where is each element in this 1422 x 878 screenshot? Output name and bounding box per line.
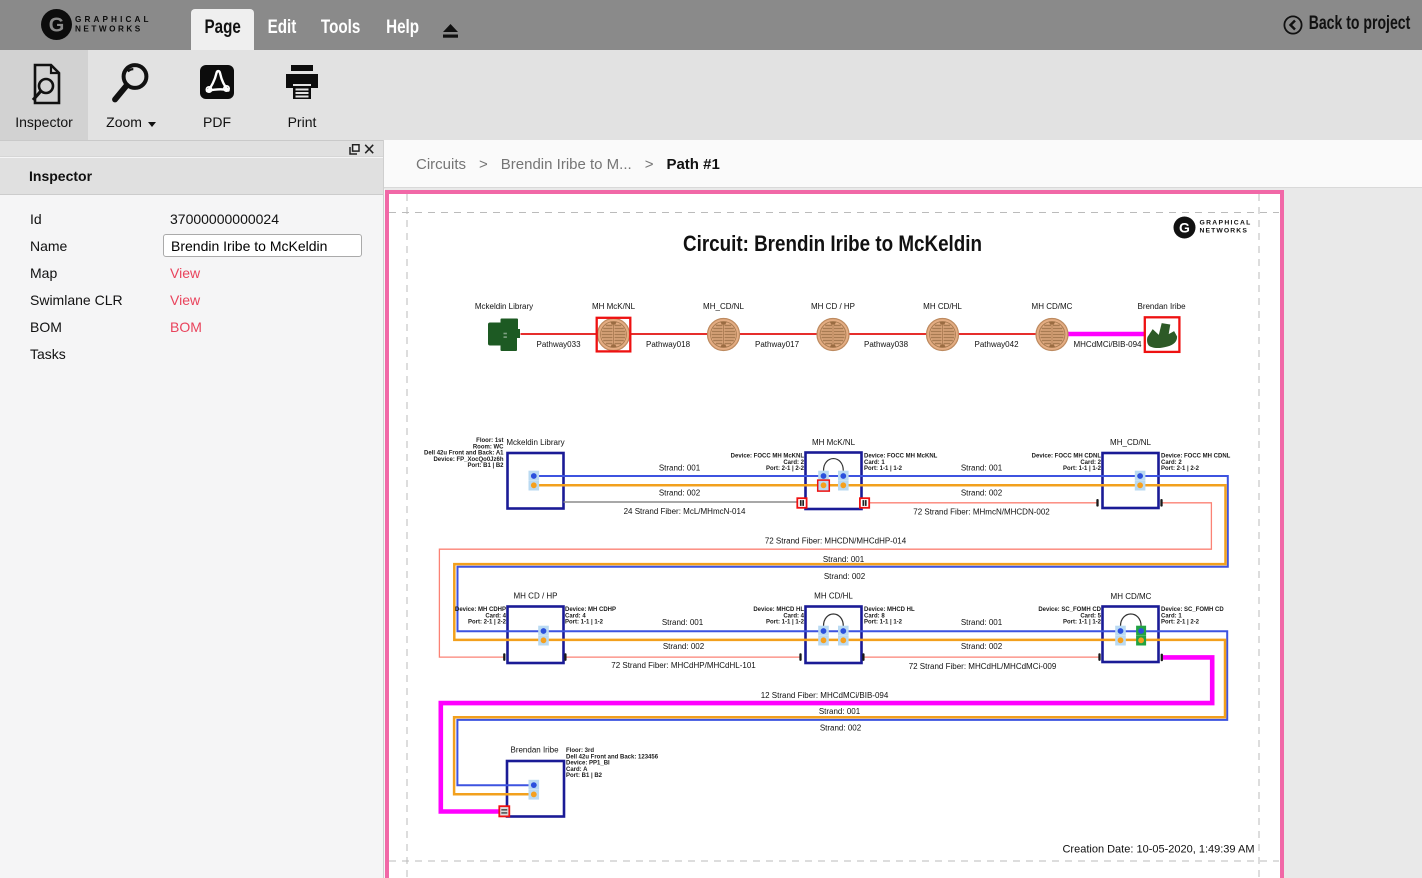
svg-text:Port: 1-1 | 1-2: Port: 1-1 | 1-2 [565, 620, 604, 626]
svg-text:MH CD / HP: MH CD / HP [514, 592, 558, 601]
svg-text:Device: PP1_BI: Device: PP1_BI [566, 761, 610, 767]
svg-text:Port: 1-1 | 1-2: Port: 1-1 | 1-2 [864, 466, 903, 472]
svg-text:Port: 2-1 | 2-2: Port: 2-1 | 2-2 [1161, 620, 1200, 626]
svg-text:Port: 1-1 | 1-2: Port: 1-1 | 1-2 [1063, 466, 1102, 472]
svg-text:Device: MHCD HL: Device: MHCD HL [753, 607, 804, 613]
svg-text:MH_CD/NL: MH_CD/NL [1110, 438, 1151, 447]
svg-text:Card: 4: Card: 4 [565, 613, 586, 619]
svg-text:GRAPHICAL: GRAPHICAL [75, 15, 152, 24]
svg-text:Strand: 002: Strand: 002 [824, 572, 866, 581]
svg-text:GRAPHICAL: GRAPHICAL [1200, 220, 1252, 227]
svg-text:Brendan Iribe: Brendan Iribe [1137, 302, 1186, 311]
svg-text:72 Strand Fiber: MHCdHL/MHCdMC: 72 Strand Fiber: MHCdHL/MHCdMCi-009 [909, 662, 1057, 671]
svg-text:NETWORKS: NETWORKS [1200, 228, 1248, 235]
svg-text:MH CD/HL: MH CD/HL [923, 302, 962, 311]
svg-text:Card: 1: Card: 1 [1161, 613, 1182, 619]
svg-text:Strand: 001: Strand: 001 [662, 618, 704, 627]
svg-text:Strand: 002: Strand: 002 [820, 724, 862, 733]
svg-text:Strand: 001: Strand: 001 [819, 707, 861, 716]
svg-text:Device: FOCC MH McKNL: Device: FOCC MH McKNL [731, 454, 805, 460]
svg-text:Pathway018: Pathway018 [646, 340, 691, 349]
svg-text:Strand: 001: Strand: 001 [659, 464, 701, 473]
svg-text:Port: 1-1 | 1-2: Port: 1-1 | 1-2 [1063, 620, 1102, 626]
svg-text:Device: FOCC MH McKNL: Device: FOCC MH McKNL [864, 454, 938, 460]
svg-text:Strand: 001: Strand: 001 [961, 618, 1003, 627]
svg-text:Device: MH CDHP: Device: MH CDHP [455, 607, 506, 613]
svg-text:Room: WC: Room: WC [473, 444, 504, 450]
svg-text:G: G [49, 15, 65, 37]
svg-text:Card: 4: Card: 4 [783, 613, 804, 619]
svg-text:Pathway042: Pathway042 [974, 340, 1019, 349]
svg-text:Strand: 001: Strand: 001 [961, 464, 1003, 473]
svg-text:Card: 2: Card: 2 [1080, 460, 1101, 466]
svg-text:MH McK/NL: MH McK/NL [812, 438, 856, 447]
svg-text:Port: 1-1 | 1-2: Port: 1-1 | 1-2 [766, 620, 805, 626]
svg-text:MH CD/MC: MH CD/MC [1111, 592, 1152, 601]
svg-text:Port: 2-1 | 2-2: Port: 2-1 | 2-2 [766, 466, 805, 472]
svg-text:Circuit: Brendin Iribe to McKe: Circuit: Brendin Iribe to McKeldin [683, 231, 982, 256]
svg-text:Strand: 002: Strand: 002 [961, 642, 1003, 651]
svg-text:Port: 2-1 | 2-2: Port: 2-1 | 2-2 [468, 620, 507, 626]
svg-text:Device: FOCC MH CDNL: Device: FOCC MH CDNL [1161, 454, 1231, 460]
svg-text:Strand: 002: Strand: 002 [663, 642, 705, 651]
svg-text:72 Strand Fiber: MHCDN/MHCdHP-: 72 Strand Fiber: MHCDN/MHCdHP-014 [765, 537, 907, 546]
svg-text:MHCdMCi/BIB-094: MHCdMCi/BIB-094 [1073, 340, 1142, 349]
svg-text:Floor: 1st: Floor: 1st [476, 438, 503, 444]
svg-text:Card: 4: Card: 4 [485, 613, 506, 619]
svg-text:Card: 8: Card: 8 [864, 613, 885, 619]
svg-text:MH CD/MC: MH CD/MC [1032, 302, 1073, 311]
svg-text:MH McK/NL: MH McK/NL [592, 302, 636, 311]
svg-text:Strand: 002: Strand: 002 [659, 489, 701, 498]
svg-text:Card: 5: Card: 5 [1080, 613, 1101, 619]
svg-text:Pathway033: Pathway033 [536, 340, 581, 349]
svg-text:Device: FOCC MH CDNL: Device: FOCC MH CDNL [1032, 454, 1102, 460]
svg-text:72 Strand Fiber: MHCdHP/MHCdHL: 72 Strand Fiber: MHCdHP/MHCdHL-101 [611, 661, 756, 670]
svg-text:Strand: 002: Strand: 002 [961, 489, 1003, 498]
svg-text:Device: SC_FOMH CD: Device: SC_FOMH CD [1161, 607, 1224, 613]
svg-text:Device: MH CDHP: Device: MH CDHP [565, 607, 616, 613]
svg-text:Card: A: Card: A [566, 767, 588, 773]
svg-text:Card: 2: Card: 2 [783, 460, 804, 466]
svg-text:Port: B1 | B2: Port: B1 | B2 [467, 463, 504, 469]
svg-text:Device: SC_FOMH CD: Device: SC_FOMH CD [1038, 607, 1101, 613]
svg-text:MH_CD/NL: MH_CD/NL [703, 302, 744, 311]
svg-text:Device: FP_XocQo0Jz6h: Device: FP_XocQo0Jz6h [433, 457, 503, 463]
svg-text:NETWORKS: NETWORKS [75, 25, 143, 34]
svg-text:Brendan Iribe: Brendan Iribe [510, 746, 559, 755]
svg-text:Port: 1-1 | 1-2: Port: 1-1 | 1-2 [864, 620, 903, 626]
svg-text:24 Strand Fiber: McL/MHmcN-014: 24 Strand Fiber: McL/MHmcN-014 [624, 507, 746, 516]
svg-text:Mckeldin Library: Mckeldin Library [506, 438, 564, 447]
svg-text:Pathway017: Pathway017 [755, 340, 800, 349]
svg-text:Port: B1 | B2: Port: B1 | B2 [566, 773, 603, 779]
svg-text:Floor: 3rd: Floor: 3rd [566, 748, 594, 754]
svg-text:Dell 42u Front and Back: 12345: Dell 42u Front and Back: 123456 [566, 754, 659, 760]
svg-text:72 Strand Fiber: MHmcN/MHCDN-0: 72 Strand Fiber: MHmcN/MHCDN-002 [913, 508, 1050, 517]
svg-text:Creation Date: 10-05-2020, 1:4: Creation Date: 10-05-2020, 1:49:39 AM [1062, 844, 1254, 856]
svg-text:Card: 1: Card: 1 [864, 460, 885, 466]
svg-text:Pathway038: Pathway038 [864, 340, 909, 349]
svg-text:Dell 42u Front and Back: A1: Dell 42u Front and Back: A1 [424, 451, 504, 457]
svg-text:Strand: 001: Strand: 001 [823, 555, 865, 564]
svg-text:G: G [1179, 220, 1190, 236]
svg-text:Port: 2-1 | 2-2: Port: 2-1 | 2-2 [1161, 466, 1200, 472]
svg-text:Mckeldin Library: Mckeldin Library [475, 302, 533, 311]
svg-text:MH CD / HP: MH CD / HP [811, 302, 855, 311]
svg-text:Card: 2: Card: 2 [1161, 460, 1182, 466]
svg-text:12 Strand Fiber: MHCdMCi/BIB-0: 12 Strand Fiber: MHCdMCi/BIB-094 [761, 691, 889, 700]
svg-text:MH CD/HL: MH CD/HL [814, 592, 853, 601]
svg-text:Device: MHCD HL: Device: MHCD HL [864, 607, 915, 613]
